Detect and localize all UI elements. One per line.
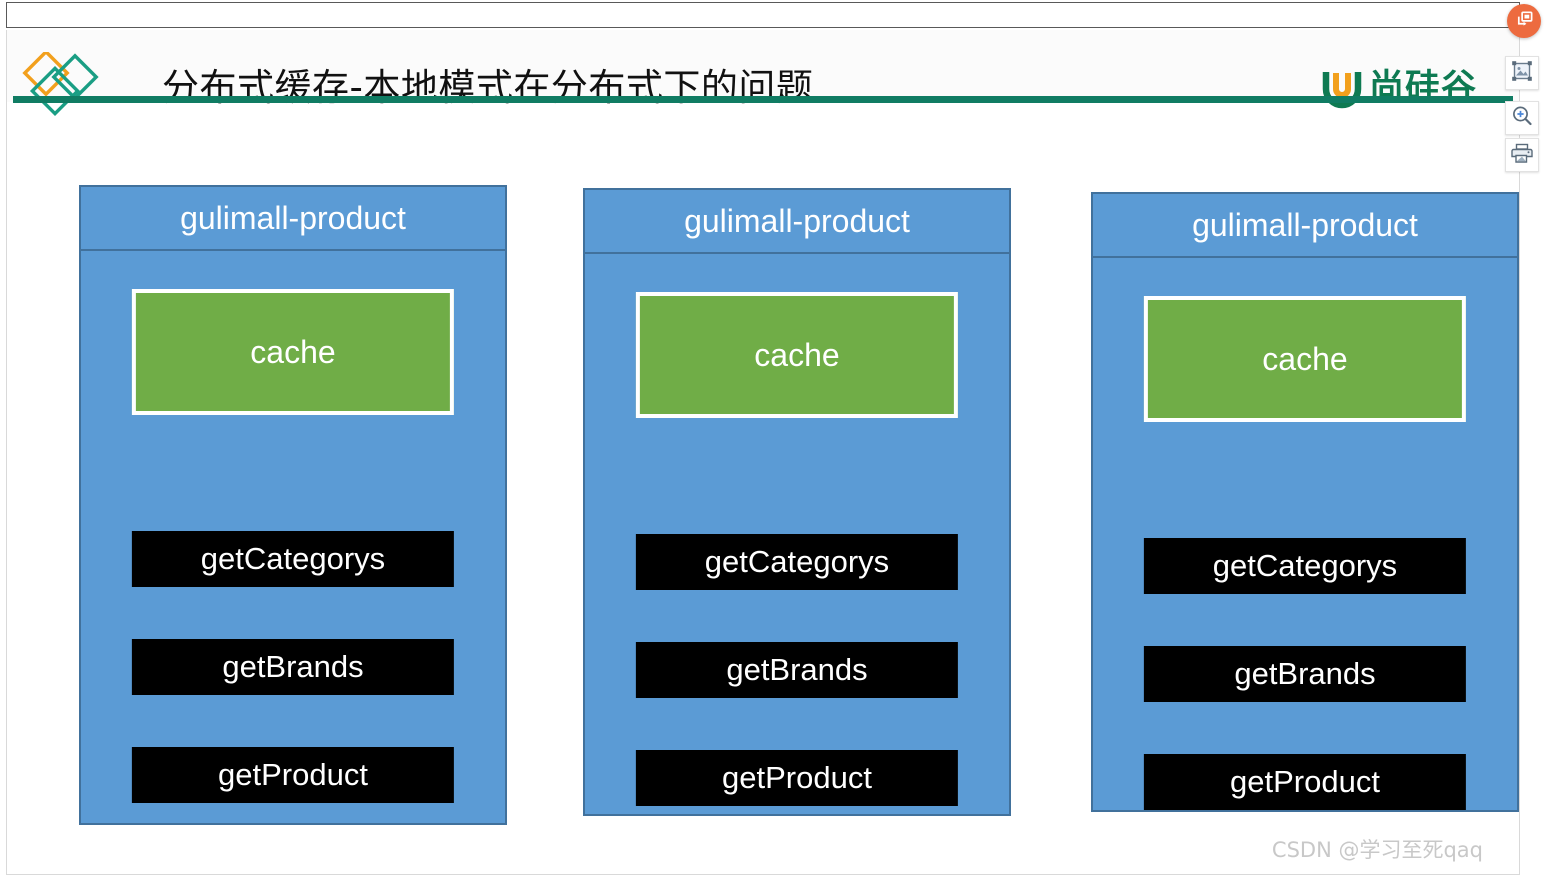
method-list: getCategorys getBrands getProduct: [635, 534, 959, 806]
cache-label: cache: [754, 336, 840, 373]
method-label: getBrands: [222, 649, 364, 684]
copy-to-clipboard-button[interactable]: [1507, 4, 1541, 38]
print-button[interactable]: [1505, 138, 1539, 172]
method-box: getProduct: [131, 747, 455, 803]
slide-header: 分布式缓存-本地模式在分布式下的问题 尚硅谷: [7, 30, 1519, 117]
u-emblem-icon: [1320, 66, 1364, 110]
method-label: getCategorys: [704, 544, 890, 579]
method-label: getProduct: [218, 757, 368, 792]
service-box: gulimall-product cache getCategorys getB…: [1091, 192, 1519, 812]
service-title: gulimall-product: [684, 202, 910, 239]
cache-label: cache: [250, 333, 336, 370]
image-icon: [1510, 59, 1534, 88]
cache-label: cache: [1262, 340, 1348, 377]
method-list: getCategorys getBrands getProduct: [1143, 538, 1467, 810]
zoom-in-icon: [1510, 104, 1534, 133]
service-title-bar: gulimall-product: [585, 190, 1009, 254]
method-box: getCategorys: [635, 534, 959, 590]
service-title-bar: gulimall-product: [81, 187, 505, 251]
service-title-bar: gulimall-product: [1093, 194, 1517, 258]
method-label: getBrands: [1234, 656, 1376, 691]
watermark: CSDN @学习至死qaq: [1271, 838, 1483, 862]
resize-image-button[interactable]: [1505, 56, 1539, 90]
method-box: getCategorys: [1143, 538, 1467, 594]
cache-box: cache: [1143, 296, 1467, 422]
service-box: gulimall-product cache getCategorys getB…: [79, 185, 507, 825]
service-body: cache getCategorys getBrands getProduct: [81, 251, 505, 823]
method-label: getBrands: [726, 652, 868, 687]
method-box: getBrands: [131, 639, 455, 695]
viewer-toolbar-strip: [6, 2, 1520, 28]
brand-logo: 尚硅谷: [1320, 66, 1477, 110]
method-list: getCategorys getBrands getProduct: [131, 531, 455, 803]
service-title: gulimall-product: [180, 199, 406, 236]
method-label: getCategorys: [1212, 548, 1398, 583]
service-box: gulimall-product cache getCategorys getB…: [583, 188, 1011, 816]
method-box: getCategorys: [131, 531, 455, 587]
method-label: getProduct: [1230, 764, 1380, 799]
service-body: cache getCategorys getBrands getProduct: [1093, 258, 1517, 810]
method-label: getProduct: [722, 760, 872, 795]
slide-canvas: 分布式缓存-本地模式在分布式下的问题 尚硅谷 gulimall-product: [6, 30, 1520, 875]
image-viewer: 分布式缓存-本地模式在分布式下的问题 尚硅谷 gulimall-product: [0, 0, 1545, 887]
copy-icon: [1515, 9, 1534, 33]
method-label: getCategorys: [200, 541, 386, 576]
zoom-in-button[interactable]: [1505, 101, 1539, 135]
method-box: getProduct: [635, 750, 959, 806]
page-title: 分布式缓存-本地模式在分布式下的问题: [162, 66, 814, 109]
service-title: gulimall-product: [1192, 206, 1418, 243]
header-accent-rule: [13, 96, 1513, 103]
service-body: cache getCategorys getBrands getProduct: [585, 254, 1009, 814]
method-box: getBrands: [635, 642, 959, 698]
cache-box: cache: [131, 289, 455, 415]
method-box: getBrands: [1143, 646, 1467, 702]
cache-box: cache: [635, 292, 959, 418]
method-box: getProduct: [1143, 754, 1467, 810]
printer-icon: [1510, 141, 1534, 170]
three-diamonds-icon: [17, 49, 103, 118]
